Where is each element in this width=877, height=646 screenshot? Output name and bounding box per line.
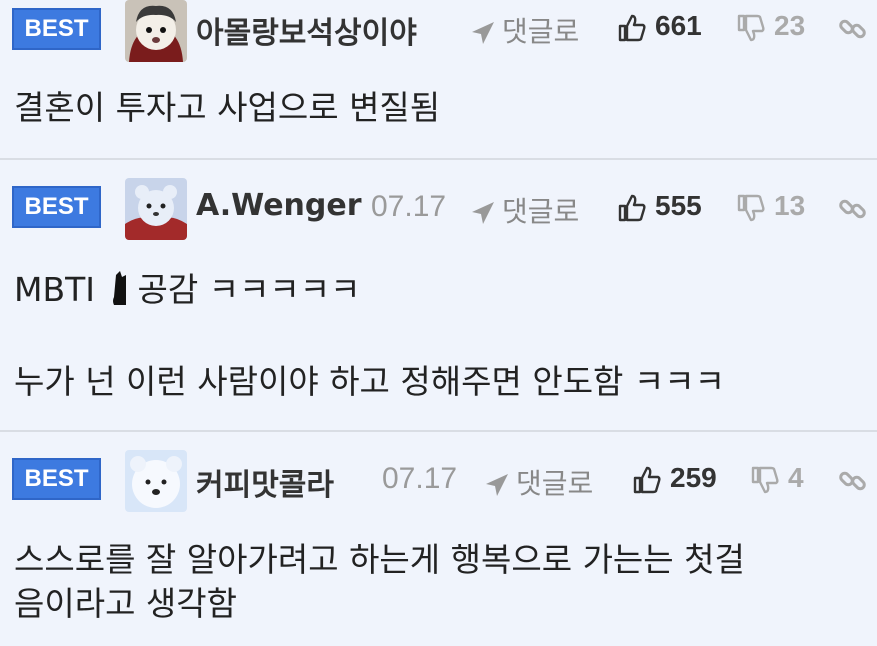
like-count: 259 bbox=[670, 462, 717, 493]
emoji-glyph bbox=[112, 271, 126, 305]
like-button[interactable]: 259 bbox=[632, 462, 717, 495]
reply-label: 댓글로 bbox=[516, 467, 594, 500]
link-icon[interactable] bbox=[838, 466, 868, 500]
reply-button[interactable]: 댓글로 bbox=[470, 190, 579, 230]
comment-header: BEST 커피맛콜라 07.17 댓글로 259 4 bbox=[0, 432, 877, 512]
avatar[interactable] bbox=[125, 450, 187, 512]
best-badge: BEST bbox=[12, 458, 101, 500]
nickname[interactable]: 아몰랑보석상이야 bbox=[196, 8, 417, 52]
dislike-count: 13 bbox=[774, 190, 806, 221]
comment-date: 07.17 bbox=[371, 190, 447, 223]
thumbs-down-icon bbox=[751, 466, 779, 493]
reply-arrow-icon bbox=[486, 474, 508, 496]
dislike-count: 4 bbox=[788, 462, 804, 493]
comment-text: 결혼이 투자고 사업으로 변질됨 bbox=[14, 88, 441, 127]
reply-label: 댓글로 bbox=[502, 195, 580, 228]
thumbs-down-icon bbox=[737, 14, 765, 41]
reply-button[interactable]: 댓글로 bbox=[484, 462, 593, 502]
comment-text: 음이라고 생각함 bbox=[14, 584, 238, 623]
nickname[interactable]: A.Wenger bbox=[196, 188, 362, 223]
link-icon[interactable] bbox=[838, 194, 868, 228]
reply-arrow-icon bbox=[472, 202, 494, 224]
comment-item: BEST 아몰랑보석상이야 댓글로 661 23 결혼이 투자고 사업으로 변질… bbox=[0, 0, 877, 160]
dislike-button[interactable]: 23 bbox=[736, 10, 805, 43]
like-count: 555 bbox=[655, 190, 702, 221]
comment-item: BEST A.Wenger 07.17 댓글로 555 13 MBTI 공감 ㅋ… bbox=[0, 160, 877, 432]
best-badge: BEST bbox=[12, 8, 101, 50]
comment-text: MBTI 공감 ㅋㅋㅋㅋㅋ bbox=[14, 270, 361, 309]
comment-item: BEST 커피맛콜라 07.17 댓글로 259 4 스스로를 잘 알아가려고 … bbox=[0, 432, 877, 646]
comment-date: 07.17 bbox=[382, 462, 458, 495]
thumbs-up-icon bbox=[618, 14, 646, 41]
dislike-button[interactable]: 13 bbox=[736, 190, 805, 223]
reply-button[interactable]: 댓글로 bbox=[470, 10, 579, 50]
thumbs-up-icon bbox=[633, 466, 661, 493]
like-count: 661 bbox=[655, 10, 702, 41]
reply-arrow-icon bbox=[472, 22, 494, 44]
thumbs-up-icon bbox=[618, 194, 646, 221]
avatar[interactable] bbox=[125, 0, 187, 62]
dislike-button[interactable]: 4 bbox=[750, 462, 804, 495]
nickname[interactable]: 커피맛콜라 bbox=[196, 460, 334, 504]
thumbs-down-icon bbox=[737, 194, 765, 221]
dislike-count: 23 bbox=[774, 10, 806, 41]
comment-text: 스스로를 잘 알아가려고 하는게 행복으로 가는는 첫걸 bbox=[14, 540, 745, 579]
like-button[interactable]: 661 bbox=[617, 10, 702, 43]
avatar[interactable] bbox=[125, 178, 187, 240]
link-icon[interactable] bbox=[838, 14, 868, 48]
comment-text: 누가 넌 이런 사람이야 하고 정해주면 안도함 ㅋㅋㅋ bbox=[14, 362, 725, 401]
comment-header: BEST A.Wenger 07.17 댓글로 555 13 bbox=[0, 160, 877, 240]
like-button[interactable]: 555 bbox=[617, 190, 702, 223]
best-badge: BEST bbox=[12, 186, 101, 228]
comment-header: BEST 아몰랑보석상이야 댓글로 661 23 bbox=[0, 0, 877, 62]
reply-label: 댓글로 bbox=[502, 15, 580, 48]
